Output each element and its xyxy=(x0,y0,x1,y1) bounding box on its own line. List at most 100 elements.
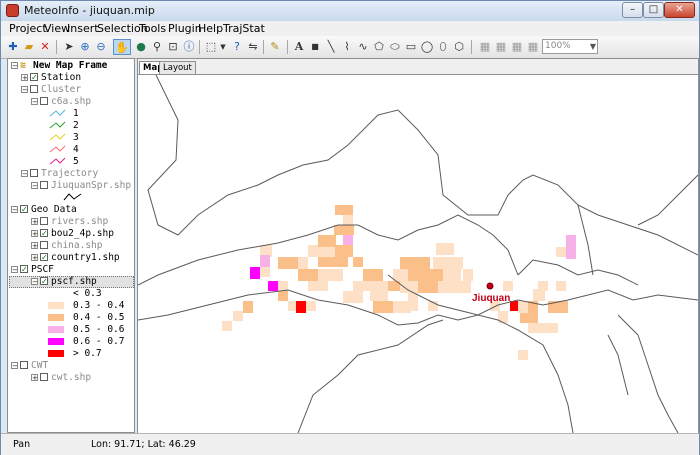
minimize-button[interactable]: – xyxy=(622,2,643,18)
layer-tree-panel: − ≋ New Map Frame + ✓ Station − Cluster … xyxy=(7,58,135,433)
full-extent-globe-icon[interactable]: ● xyxy=(133,39,149,55)
cluster-file-label[interactable]: c6a.shp xyxy=(51,96,91,108)
cluster-label[interactable]: Cluster xyxy=(41,84,81,96)
layout-zoom-out-icon[interactable]: ▦ xyxy=(509,39,525,55)
line-tool-icon[interactable]: ╲ xyxy=(323,39,339,55)
cwt-checkbox[interactable] xyxy=(20,361,28,369)
map-frame-icon: ≋ xyxy=(20,60,26,71)
tab-layout[interactable]: Layout xyxy=(159,61,196,74)
cluster-checkbox[interactable] xyxy=(30,85,38,93)
cluster-item-3: 3 xyxy=(73,132,79,143)
zoom-select[interactable]: 100% ▼ xyxy=(542,39,598,54)
bou2-checkbox[interactable]: ✓ xyxy=(40,229,48,238)
zoom-to-layer-icon[interactable]: ⊡ xyxy=(165,39,181,55)
polyline-tool-icon[interactable]: ⌇ xyxy=(339,39,355,55)
layout-page-icon[interactable]: ▦ xyxy=(477,39,493,55)
cwt-file-checkbox[interactable] xyxy=(40,373,48,381)
map-canvas[interactable]: Jiuquan xyxy=(138,74,698,433)
geodata-label[interactable]: Geo Data xyxy=(31,204,77,216)
menu-help[interactable]: Help xyxy=(198,22,223,35)
pscf-file-label[interactable]: pscf.shp xyxy=(51,276,97,288)
expand-icon[interactable]: + xyxy=(31,218,38,226)
cwt-file-label[interactable]: cwt.shp xyxy=(51,372,91,384)
circle-tool-icon[interactable]: ◯ xyxy=(419,39,435,55)
pscf-label[interactable]: PSCF xyxy=(31,264,54,276)
pan-hand-icon[interactable]: ✋ xyxy=(113,39,131,55)
legend-label-06-07: 0.6 - 0.7 xyxy=(73,336,125,347)
label-tool-icon[interactable]: ⇋ xyxy=(245,39,261,55)
app-icon xyxy=(6,4,19,17)
ellipse-tool-icon[interactable]: ⬯ xyxy=(435,39,451,55)
remove-layer-icon[interactable]: ✕ xyxy=(37,39,53,55)
zoom-out-icon[interactable]: ⊖ xyxy=(93,39,109,55)
rivers-label[interactable]: rivers.shp xyxy=(51,216,108,228)
expand-icon[interactable]: + xyxy=(31,230,38,238)
cluster-line-3 xyxy=(49,133,66,141)
info-icon[interactable]: ⓘ xyxy=(181,39,197,55)
open-folder-icon[interactable]: ▰ xyxy=(21,39,37,55)
bou2-label[interactable]: bou2_4p.shp xyxy=(51,228,114,240)
collapse-icon[interactable]: − xyxy=(11,206,18,214)
layout-zoom-in-icon[interactable]: ▦ xyxy=(493,39,509,55)
freehand-tool-icon[interactable]: ⬡ xyxy=(451,39,467,55)
select-arrow-icon[interactable]: ➤ xyxy=(61,39,77,55)
menu-tools[interactable]: Tools xyxy=(139,22,166,35)
menu-insert[interactable]: Insert xyxy=(67,22,99,35)
pscf-file-checkbox[interactable]: ✓ xyxy=(40,277,48,286)
legend-swatch-gt07 xyxy=(48,350,64,357)
menu-trajstat[interactable]: TrajStat xyxy=(223,22,265,35)
legend-label-05-06: 0.5 - 0.6 xyxy=(73,324,125,335)
identify-search-icon[interactable]: ⚲ xyxy=(149,39,165,55)
collapse-icon[interactable]: − xyxy=(11,266,18,274)
rectangle-tool-icon[interactable]: ▭ xyxy=(403,39,419,55)
pscf-checkbox[interactable]: ✓ xyxy=(20,265,28,274)
cluster-line-4 xyxy=(49,145,66,153)
station-label[interactable]: Station xyxy=(41,72,81,84)
zoom-in-icon[interactable]: ⊕ xyxy=(77,39,93,55)
legend-swatch-lt03 xyxy=(48,290,64,297)
maximize-button[interactable]: □ xyxy=(643,2,664,18)
country1-label[interactable]: country1.shp xyxy=(51,252,120,264)
expand-icon[interactable]: + xyxy=(31,242,38,250)
legend-label-lt03: < 0.3 xyxy=(73,288,102,299)
status-coordinates: Lon: 91.71; Lat: 46.29 xyxy=(91,439,196,450)
menu-project[interactable]: Project xyxy=(9,22,47,35)
cluster-item-1: 1 xyxy=(73,108,79,119)
city-label-jiuquan: Jiuquan xyxy=(472,293,510,304)
traj-file-label[interactable]: JiuquanSpr.shp xyxy=(51,180,131,192)
country1-checkbox[interactable]: ✓ xyxy=(40,253,48,262)
tree-root-label[interactable]: New Map Frame xyxy=(33,60,107,72)
curve-polygon-icon[interactable]: ⬭ xyxy=(387,39,403,55)
expand-icon[interactable]: + xyxy=(31,374,38,382)
polygon-tool-icon[interactable]: ⬠ xyxy=(371,39,387,55)
collapse-icon[interactable]: − xyxy=(31,182,38,190)
layout-fit-icon[interactable]: ▦ xyxy=(525,39,541,55)
collapse-icon[interactable]: − xyxy=(11,362,18,370)
edit-pencil-icon[interactable]: ✎ xyxy=(267,39,283,55)
curve-tool-icon[interactable]: ∿ xyxy=(355,39,371,55)
expand-icon[interactable]: + xyxy=(31,254,38,262)
close-button[interactable]: ✕ xyxy=(664,2,695,18)
collapse-icon[interactable]: − xyxy=(11,62,18,70)
text-tool-icon[interactable]: A xyxy=(291,39,307,55)
collapse-icon[interactable]: − xyxy=(31,278,38,286)
rivers-checkbox[interactable] xyxy=(40,217,48,225)
add-layer-icon[interactable]: ✚ xyxy=(5,39,21,55)
trajectory-label[interactable]: Trajectory xyxy=(41,168,98,180)
cwt-label[interactable]: CWT xyxy=(31,360,48,372)
point-tool-icon[interactable]: ■ xyxy=(307,39,323,55)
menu-plugin[interactable]: Plugin xyxy=(168,22,202,35)
traj-file-checkbox[interactable] xyxy=(40,181,48,189)
station-checkbox[interactable]: ✓ xyxy=(30,73,38,82)
trajectory-checkbox[interactable] xyxy=(30,169,38,177)
status-bar: Pan Lon: 91.71; Lat: 46.29 xyxy=(1,433,699,455)
geodata-checkbox[interactable]: ✓ xyxy=(20,205,28,214)
measure-help-icon[interactable]: ? xyxy=(229,39,245,55)
collapse-icon[interactable]: − xyxy=(21,86,28,94)
collapse-icon[interactable]: − xyxy=(21,170,28,178)
china-checkbox[interactable] xyxy=(40,241,48,249)
cluster-file-checkbox[interactable] xyxy=(40,97,48,105)
china-label[interactable]: china.shp xyxy=(51,240,102,252)
expand-icon[interactable]: + xyxy=(21,74,28,82)
collapse-icon[interactable]: − xyxy=(31,98,38,106)
